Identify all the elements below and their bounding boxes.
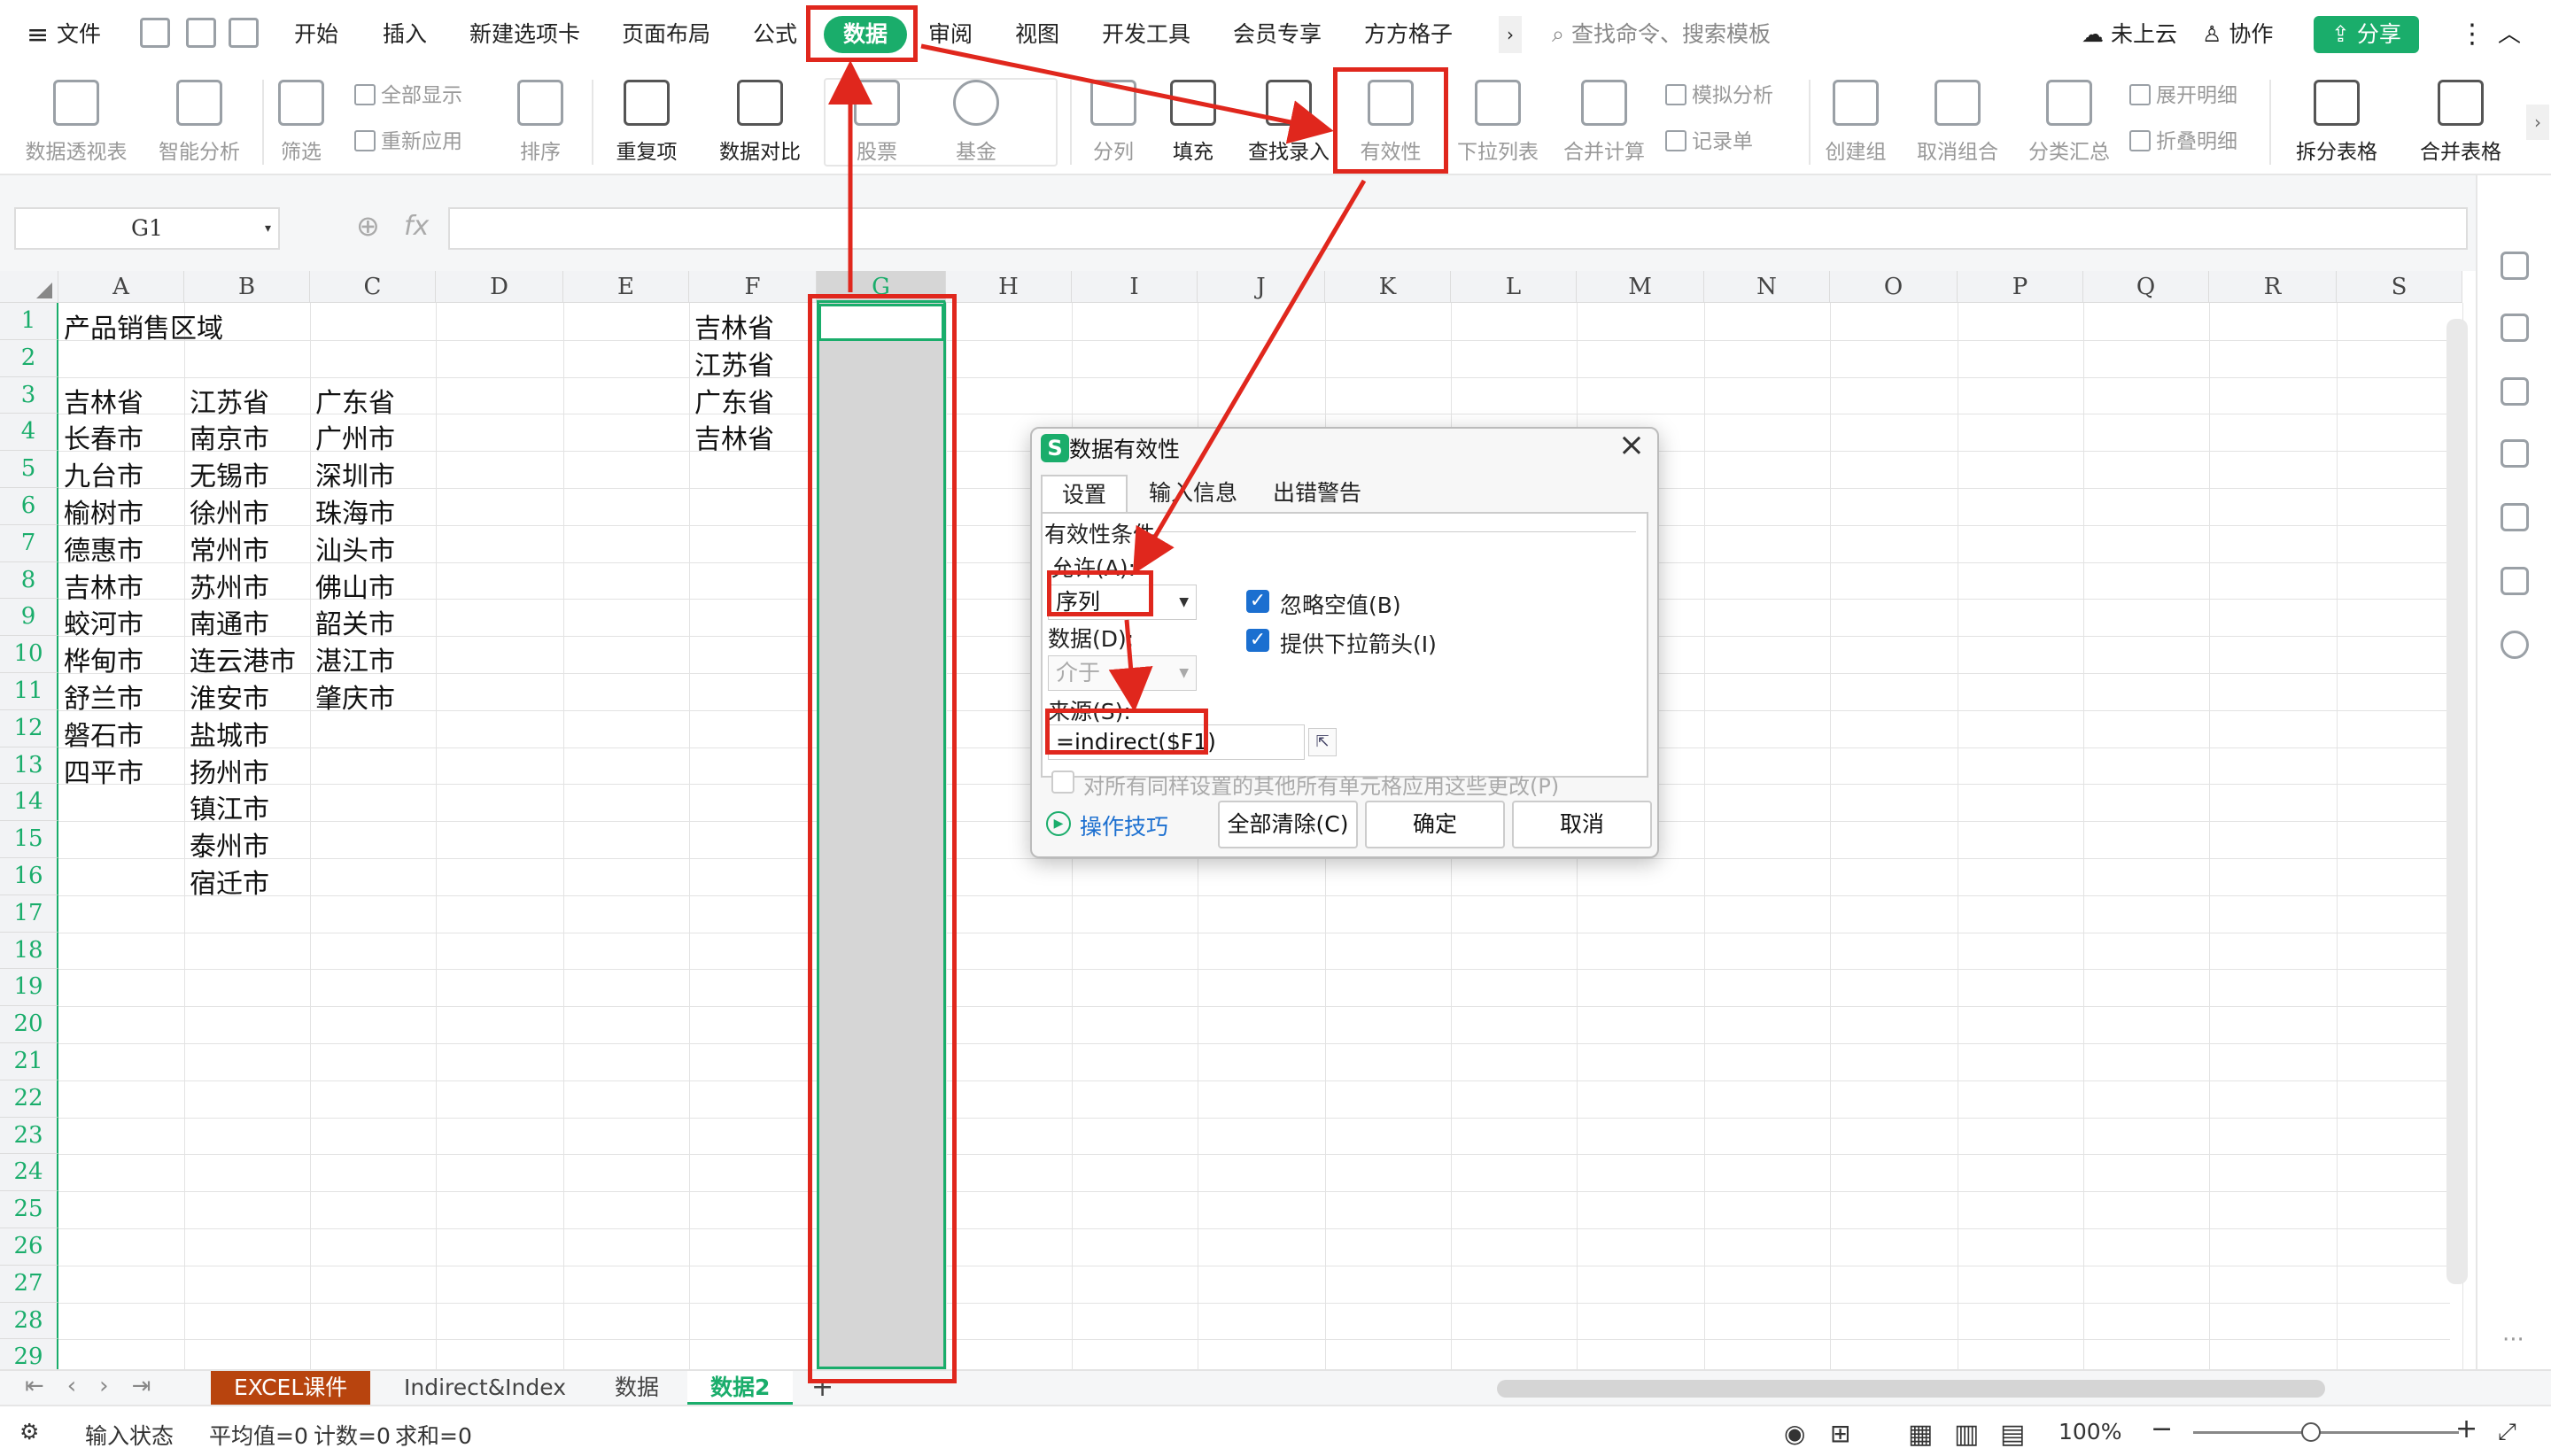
arrow-to-allow [1132,179,1367,575]
annotation-arrows [828,43,1367,712]
arrow-to-source [1108,619,1153,712]
arrow-to-validity [920,43,1334,144]
